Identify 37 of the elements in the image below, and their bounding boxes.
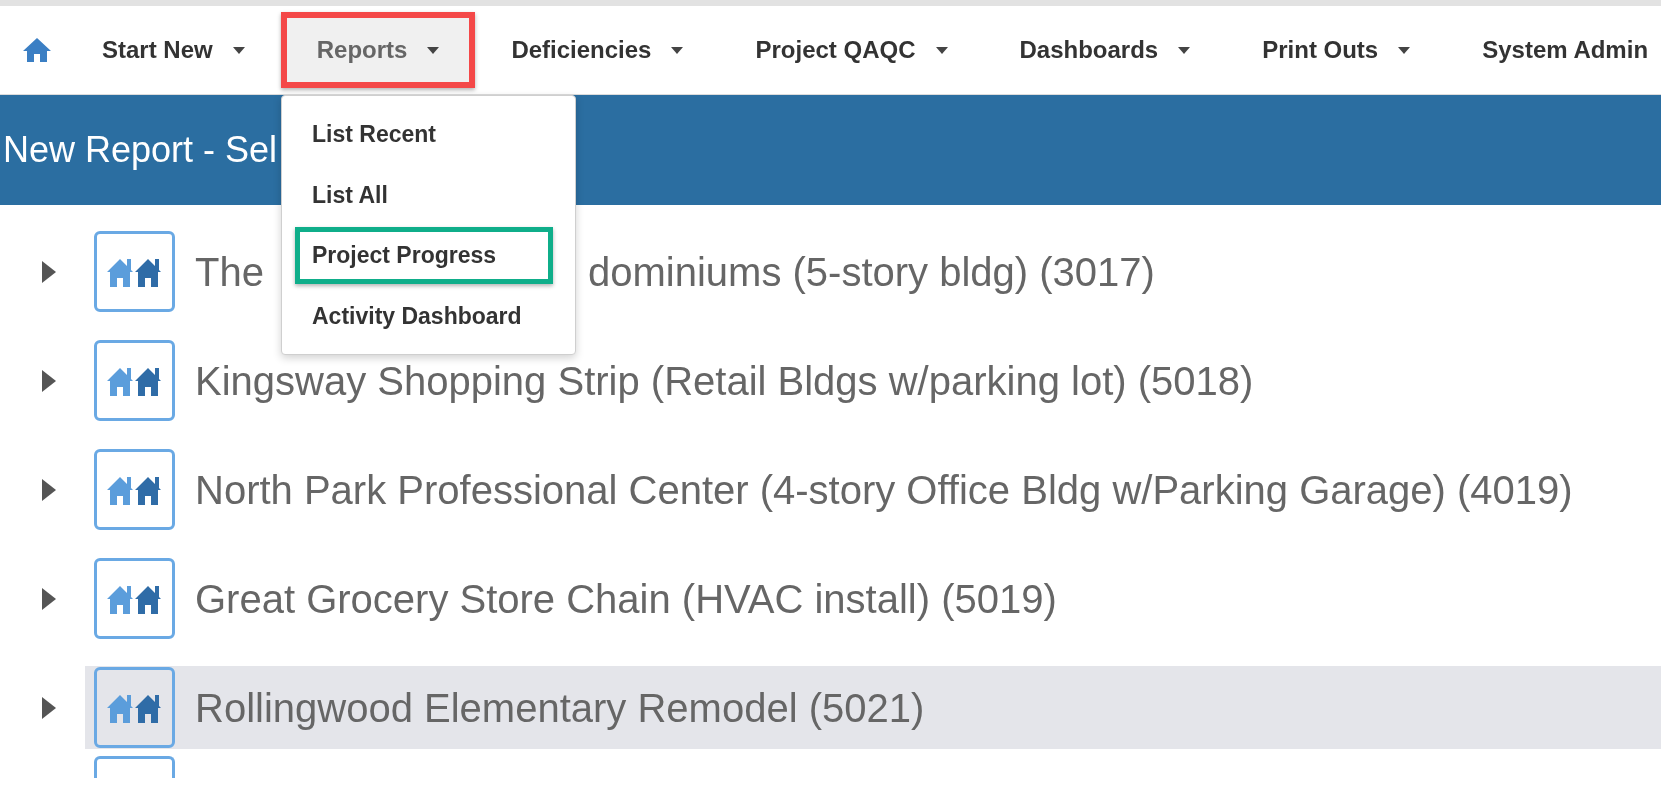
dropdown-menu-item[interactable]: Project Progress bbox=[295, 227, 553, 284]
project-name: North Park Professional Center (4-story Office Bldg w/Parking Garage) (4019) bbox=[195, 467, 1573, 512]
nav-menu-item[interactable]: Start New bbox=[66, 12, 281, 88]
expand-arrow-icon[interactable] bbox=[42, 587, 56, 610]
caret-icon bbox=[427, 46, 440, 54]
expand-arrow-icon[interactable] bbox=[42, 369, 56, 392]
dropdown-menu-item[interactable]: List Recent bbox=[295, 106, 562, 163]
project-name: dominiums (5-story bldg) (3017) bbox=[588, 249, 1155, 294]
houses-icon bbox=[94, 756, 175, 778]
houses-icon bbox=[94, 449, 175, 530]
nav-menu-item[interactable]: System Admin bbox=[1446, 12, 1661, 88]
dropdown-menu-item[interactable]: List All bbox=[295, 166, 562, 223]
houses-icon bbox=[94, 558, 175, 639]
caret-icon bbox=[232, 46, 245, 54]
nav-menu-item[interactable]: Dashboards bbox=[983, 12, 1227, 88]
banner-title: New Report - Sel bbox=[3, 128, 278, 172]
project-tree-row[interactable]: Rollingwood Elementary Remodel (5021) bbox=[85, 666, 1661, 749]
expand-arrow-icon[interactable] bbox=[42, 260, 56, 283]
expand-arrow-icon[interactable] bbox=[42, 478, 56, 501]
caret-icon bbox=[671, 46, 684, 54]
dropdown-menu-item[interactable]: Activity Dashboard bbox=[295, 287, 562, 344]
expand-arrow-icon[interactable] bbox=[42, 696, 56, 719]
caret-icon bbox=[935, 46, 948, 54]
nav-menu-item[interactable]: Project QAQC bbox=[719, 12, 984, 88]
project-name: Rollingwood Elementary Remodel (5021) bbox=[195, 685, 925, 730]
nav-menu-item[interactable]: Deficiencies bbox=[475, 12, 720, 88]
caret-icon bbox=[1398, 46, 1411, 54]
houses-icon bbox=[94, 340, 175, 421]
project-name: Great Grocery Store Chain (HVAC install) (5019) bbox=[195, 576, 1057, 621]
nav-menu-item[interactable]: Print Outs bbox=[1226, 12, 1447, 88]
project-name: Kingsway Shopping Strip (Retail Bldgs w/parking lot) (5018) bbox=[195, 358, 1254, 403]
nav-menu-item[interactable]: Reports bbox=[280, 12, 476, 88]
houses-icon bbox=[94, 231, 175, 312]
project-name: The bbox=[195, 249, 264, 294]
houses-icon bbox=[94, 667, 175, 748]
home-icon[interactable] bbox=[22, 37, 52, 63]
caret-icon bbox=[1178, 46, 1191, 54]
